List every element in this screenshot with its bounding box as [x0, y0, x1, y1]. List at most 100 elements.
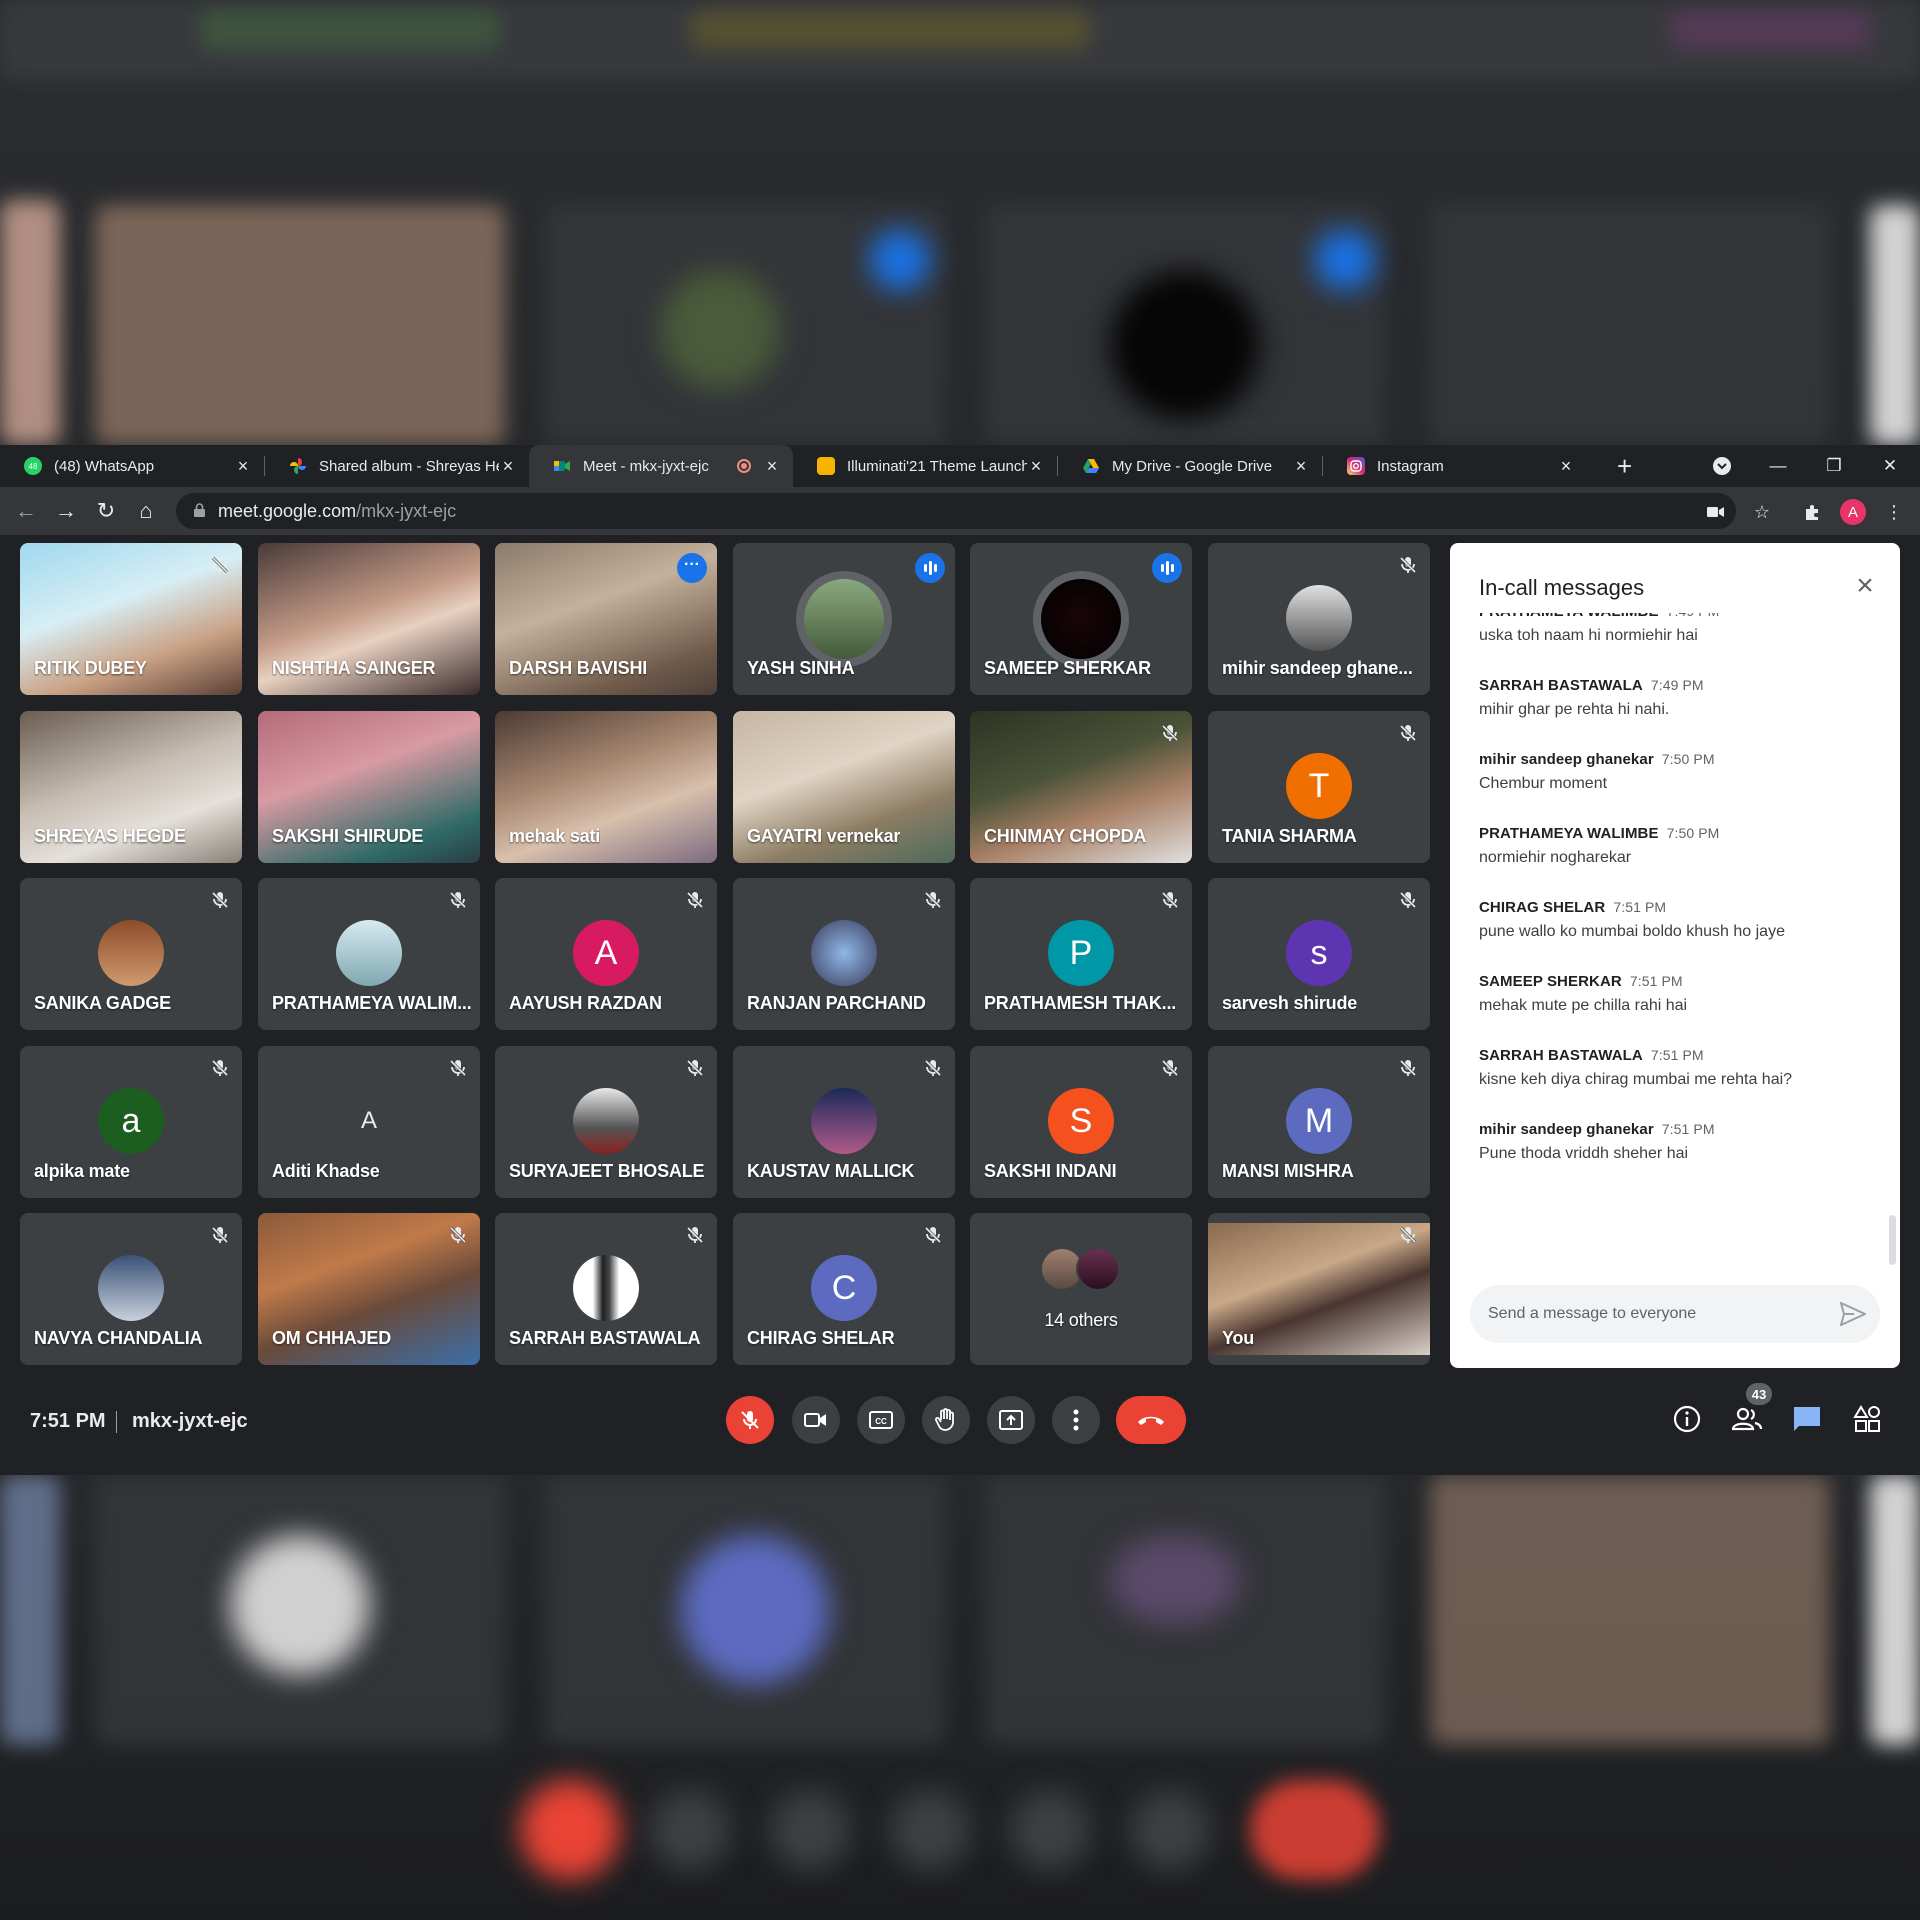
- close-tab-icon[interactable]: ×: [234, 456, 252, 477]
- chat-text: normiehir nogharekar: [1479, 849, 1632, 866]
- tab-google-drive[interactable]: My Drive - Google Drive ×: [1058, 445, 1322, 487]
- participant-avatar: A: [573, 920, 639, 986]
- toolbar: ← → ↻ ⌂ meet.google.com/mkx-jyxt-ejc ☆ A…: [0, 487, 1920, 535]
- google-slides-icon: [817, 457, 835, 475]
- forward-arrow-icon[interactable]: →: [50, 495, 82, 527]
- captions-button[interactable]: CC: [857, 1396, 905, 1444]
- bookmark-star-icon[interactable]: ☆: [1752, 502, 1772, 522]
- participant-tile[interactable]: OM CHHAJED: [258, 1213, 480, 1365]
- chat-message: mihir sandeep ghanekar 7:51 PM Pune thoda …: [1479, 1121, 1792, 1163]
- leave-call-button[interactable]: [1116, 1396, 1186, 1444]
- more-options-button[interactable]: [1052, 1396, 1100, 1444]
- chat-button[interactable]: [1790, 1402, 1824, 1436]
- chat-input[interactable]: Send a message to everyone: [1470, 1285, 1880, 1343]
- blurred-background-top: [0, 0, 1920, 445]
- present-screen-button[interactable]: [987, 1396, 1035, 1444]
- minimize-button[interactable]: —: [1750, 445, 1806, 487]
- participant-tile[interactable]: SURYAJEET BHOSALE: [495, 1046, 717, 1198]
- participant-tile[interactable]: C CHIRAG SHELAR: [733, 1213, 955, 1365]
- chat-icon: [1794, 1407, 1820, 1431]
- extensions-icon[interactable]: [1802, 502, 1822, 522]
- chat-message: PRATHAMEYA WALIMBE 7:50 PM normiehir nogha…: [1479, 825, 1792, 867]
- participant-tile[interactable]: SAKSHI SHIRUDE: [258, 711, 480, 863]
- send-icon[interactable]: [1840, 1302, 1866, 1326]
- chat-message: SAMEEP SHERKAR 7:51 PM mehak mute pe chill…: [1479, 973, 1792, 1015]
- participant-name: SAKSHI SHIRUDE: [272, 826, 424, 846]
- participant-tile[interactable]: 14 others: [970, 1213, 1192, 1365]
- close-chat-icon[interactable]: ×: [1850, 571, 1880, 601]
- tab-strip: 48 (48) WhatsApp × Shared album - Shreya…: [0, 445, 1920, 487]
- tab-title: (48) WhatsApp: [54, 457, 155, 475]
- participant-tile[interactable]: NISHTHA SAINGER: [258, 543, 480, 695]
- close-tab-icon[interactable]: ×: [1292, 456, 1310, 477]
- tab-google-meet[interactable]: Meet - mkx-jyxt-ejc ×: [529, 445, 793, 487]
- new-tab-button[interactable]: +: [1617, 451, 1632, 482]
- participant-tile[interactable]: T TANIA SHARMA: [1208, 711, 1430, 863]
- participant-name: SANIKA GADGE: [34, 993, 171, 1013]
- chat-timestamp: 7:50 PM: [1661, 751, 1715, 767]
- participant-avatar: a: [98, 1088, 164, 1154]
- address-bar[interactable]: meet.google.com/mkx-jyxt-ejc: [176, 493, 1736, 529]
- tab-instagram[interactable]: Instagram ×: [1323, 445, 1587, 487]
- participant-tile[interactable]: mihir sandeep ghane...: [1208, 543, 1430, 695]
- participant-tile[interactable]: YASH SINHA: [733, 543, 955, 695]
- participant-tile[interactable]: CHINMAY CHOPDA: [970, 711, 1192, 863]
- participant-tile[interactable]: SHREYAS HEGDE: [20, 711, 242, 863]
- meeting-details-button[interactable]: [1670, 1402, 1704, 1436]
- participant-tile[interactable]: SANIKA GADGE: [20, 878, 242, 1030]
- participants-button[interactable]: [1730, 1402, 1764, 1436]
- activities-button[interactable]: [1850, 1402, 1884, 1436]
- chat-text: mehak mute pe chilla rahi hai: [1479, 997, 1688, 1014]
- more-options-icon[interactable]: ···: [677, 553, 707, 583]
- participant-tile[interactable]: S SAKSHI INDANI: [970, 1046, 1192, 1198]
- chat-message-list[interactable]: PRATHAMEYA WALIMBE 7:49 PM uska toh naam h…: [1479, 613, 1869, 1191]
- participant-tile[interactable]: PRATHAMEYA WALIM...: [258, 878, 480, 1030]
- participant-tile[interactable]: M MANSI MISHRA: [1208, 1046, 1430, 1198]
- tab-google-slides[interactable]: Illuminati'21 Theme Launch ×: [793, 445, 1057, 487]
- participant-tile[interactable]: a alpika mate: [20, 1046, 242, 1198]
- chat-text: kisne keh diya chirag mumbai me rehta ha…: [1479, 1071, 1793, 1088]
- tab-google-photos[interactable]: Shared album - Shreyas Hegde ×: [265, 445, 529, 487]
- raise-hand-button[interactable]: [922, 1396, 970, 1444]
- participant-tile[interactable]: RITIK DUBEY: [20, 543, 242, 695]
- more-vert-icon[interactable]: ⋮: [1884, 502, 1904, 522]
- home-icon[interactable]: ⌂: [130, 495, 162, 527]
- participant-tile[interactable]: mehak sati: [495, 711, 717, 863]
- tab-whatsapp[interactable]: 48 (48) WhatsApp ×: [0, 445, 264, 487]
- reload-icon[interactable]: ↻: [90, 495, 122, 527]
- participant-tile[interactable]: DARSH BAVISHI ···: [495, 543, 717, 695]
- close-tab-icon[interactable]: ×: [1027, 456, 1045, 477]
- participant-tile[interactable]: GAYATRI vernekar: [733, 711, 955, 863]
- participant-tile[interactable]: KAUSTAV MALLICK: [733, 1046, 955, 1198]
- participant-tile[interactable]: A AAYUSH RAZDAN: [495, 878, 717, 1030]
- participant-avatar: C: [811, 1255, 877, 1321]
- back-arrow-icon[interactable]: ←: [10, 495, 42, 527]
- chat-sender: PRATHAMEYA WALIMBE 7:49 PM: [1479, 613, 1792, 620]
- mic-off-icon: [1398, 1058, 1418, 1078]
- shapes-icon: [1853, 1405, 1880, 1432]
- participant-tile[interactable]: You: [1208, 1213, 1430, 1365]
- toggle-camera-button[interactable]: [792, 1396, 840, 1444]
- close-window-button[interactable]: ✕: [1862, 445, 1918, 487]
- participant-tile[interactable]: RANJAN PARCHAND: [733, 878, 955, 1030]
- participant-tile[interactable]: A Aditi Khadse: [258, 1046, 480, 1198]
- chat-sender-name: SARRAH BASTAWALA: [1479, 1047, 1643, 1064]
- chat-text: pune wallo ko mumbai boldo khush ho jaye: [1479, 923, 1785, 940]
- close-tab-icon[interactable]: ×: [1557, 456, 1575, 477]
- chat-scrollbar[interactable]: [1889, 1215, 1896, 1265]
- toggle-mic-button[interactable]: [726, 1396, 774, 1444]
- divider: [116, 1411, 117, 1433]
- participant-tile[interactable]: P PRATHAMESH THAK...: [970, 878, 1192, 1030]
- close-tab-icon[interactable]: ×: [499, 456, 517, 477]
- tab-search-icon[interactable]: [1694, 445, 1750, 487]
- participant-tile[interactable]: SAMEEP SHERKAR: [970, 543, 1192, 695]
- participant-avatar: [98, 1255, 164, 1321]
- camera-in-use-icon[interactable]: [1706, 502, 1726, 522]
- restore-button[interactable]: ❐: [1806, 445, 1862, 487]
- participant-tile[interactable]: SARRAH BASTAWALA: [495, 1213, 717, 1365]
- chat-sender: mihir sandeep ghanekar 7:51 PM: [1479, 1121, 1792, 1138]
- profile-avatar[interactable]: A: [1840, 499, 1866, 525]
- participant-tile[interactable]: NAVYA CHANDALIA: [20, 1213, 242, 1365]
- participant-tile[interactable]: s sarvesh shirude: [1208, 878, 1430, 1030]
- close-tab-icon[interactable]: ×: [763, 456, 781, 477]
